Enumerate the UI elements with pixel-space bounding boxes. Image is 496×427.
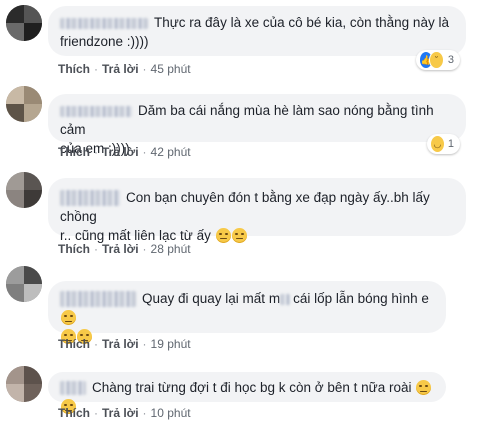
timestamp[interactable]: 45 phút — [151, 62, 191, 76]
commenter-name-blurred[interactable] — [60, 105, 132, 117]
sad-face-emoji — [231, 228, 247, 243]
timestamp[interactable]: 10 phút — [151, 406, 191, 420]
like-link[interactable]: Thích — [58, 145, 90, 159]
comment-actions: Thích · Trả lời · 45 phút — [58, 62, 191, 76]
unamused-face-emoji — [416, 380, 432, 395]
comment-bubble: Thực ra đây là xe của cô bé kia, còn thằ… — [48, 6, 466, 56]
reaction-count: 3 — [447, 54, 454, 66]
avatar[interactable] — [6, 86, 42, 122]
sad-icon: ˘ — [429, 51, 444, 69]
comment-bubble: Con bạn chuyên đón t bằng xe đạp ngày ấy… — [48, 178, 466, 243]
censored-word — [280, 293, 291, 305]
comment-bubble: Quay đi quay lại mất m cái lốp lẫn bóng h… — [48, 281, 446, 344]
avatar[interactable] — [6, 5, 42, 41]
like-link[interactable]: Thích — [58, 406, 90, 420]
commenter-name-blurred[interactable] — [60, 291, 136, 308]
reply-link[interactable]: Trả lời — [102, 62, 139, 76]
commenter-name-blurred[interactable] — [60, 17, 148, 29]
reply-link[interactable]: Trả lời — [102, 145, 139, 159]
comment-text-line2: r.. cũng mất liên lạc từ ấy — [60, 228, 211, 243]
like-link[interactable]: Thích — [58, 337, 90, 351]
comment-bubble: Chàng trai từng đợi t đi học bg k còn ở … — [48, 372, 446, 414]
comment-actions: Thích · Trả lời · 10 phút — [58, 406, 191, 420]
avatar[interactable] — [6, 266, 42, 302]
comment-text-part1: Quay đi quay lại mất m — [142, 291, 281, 306]
like-link[interactable]: Thích — [58, 242, 90, 256]
reply-link[interactable]: Trả lời — [102, 337, 139, 351]
sad-face-emoji — [215, 228, 231, 243]
neutral-face-emoji — [61, 310, 76, 325]
reaction-summary[interactable]: ◡ 1 — [427, 134, 460, 154]
haha-icon: ◡ — [431, 136, 444, 152]
comment-actions: Thích · Trả lời · 28 phút — [58, 242, 191, 256]
comment-bubble: Dăm ba cái nắng mùa hè làm sao nóng bằng… — [48, 94, 466, 156]
commenter-name-blurred[interactable] — [60, 381, 86, 396]
comment-actions: Thích · Trả lời · 19 phút — [58, 337, 191, 351]
reaction-count: 1 — [447, 138, 454, 150]
comment-text-part2: cái lốp lẫn bóng hình e — [293, 291, 429, 306]
timestamp[interactable]: 28 phút — [151, 242, 191, 256]
reply-link[interactable]: Trả lời — [102, 406, 139, 420]
comment-text-line1: Thực ra đây là xe của cô bé kia, còn thằ… — [154, 15, 449, 30]
like-link[interactable]: Thích — [58, 62, 90, 76]
reply-link[interactable]: Trả lời — [102, 242, 139, 256]
comment-text-line2: friendzone :)))) — [60, 34, 149, 49]
timestamp[interactable]: 42 phút — [151, 145, 191, 159]
timestamp[interactable]: 19 phút — [151, 337, 191, 351]
reaction-summary[interactable]: 👍 ˘ 3 — [416, 50, 460, 70]
commenter-name-blurred[interactable] — [60, 190, 120, 207]
comment-actions: Thích · Trả lời · 42 phút — [58, 145, 191, 159]
comment-text-line1: Chàng trai từng đợi t đi học bg k còn ở … — [92, 380, 412, 395]
avatar[interactable] — [6, 172, 42, 208]
avatar[interactable] — [6, 366, 42, 402]
